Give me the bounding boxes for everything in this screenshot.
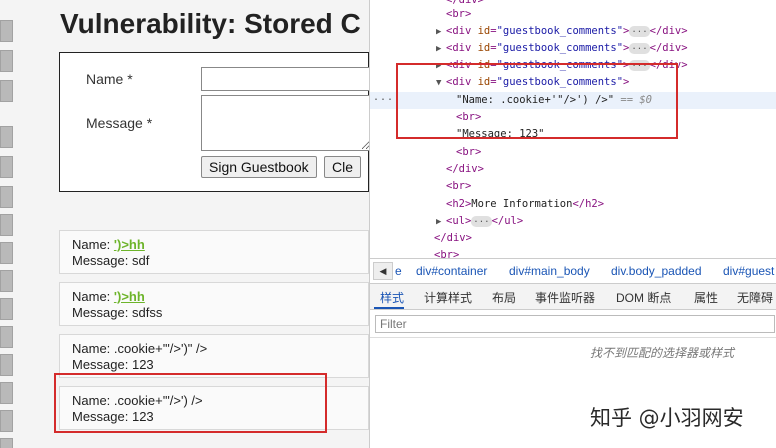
dom-node[interactable]: ▶ <div id="guestbook_comments">... </div> bbox=[370, 40, 688, 57]
message-label: Message * bbox=[86, 115, 153, 131]
sidebar-menu-item[interactable] bbox=[0, 354, 13, 376]
dom-node[interactable]: </div> bbox=[370, 161, 484, 178]
dom-node[interactable]: ▶ <ul>... </ul> bbox=[370, 213, 523, 230]
sidebar-menu-item[interactable] bbox=[0, 438, 13, 448]
ellipsis-badge[interactable]: ... bbox=[471, 215, 492, 227]
expand-triangle-icon[interactable]: ▶ bbox=[436, 214, 446, 231]
breadcrumb-item[interactable]: div#container bbox=[416, 264, 487, 278]
dom-node[interactable]: <br> bbox=[370, 144, 481, 161]
page-title: Vulnerability: Stored C bbox=[60, 8, 361, 39]
sidebar-menu-item[interactable] bbox=[0, 20, 13, 42]
ellipsis-badge[interactable]: ... bbox=[629, 42, 650, 54]
comment-message: Message: 123 bbox=[72, 357, 154, 372]
sidebar-menu-item[interactable] bbox=[0, 186, 13, 208]
watermark: 知乎 @小羽网安 bbox=[590, 406, 744, 430]
more-options-icon[interactable]: ... bbox=[373, 92, 394, 103]
comment-message: Message: sdf bbox=[72, 253, 150, 268]
dom-node[interactable]: <br> bbox=[370, 178, 471, 195]
sidebar-menu-item[interactable] bbox=[0, 410, 13, 432]
comment-message: Message: sdfss bbox=[72, 305, 163, 320]
dvwa-page: Vulnerability: Stored C Name * Message *… bbox=[0, 0, 369, 448]
tab-computed[interactable]: 计算样式 bbox=[424, 289, 472, 306]
sidebar-menu-item[interactable] bbox=[0, 214, 13, 236]
tab-event-listeners[interactable]: 事件监听器 bbox=[535, 289, 595, 306]
expand-triangle-icon[interactable]: ▶ bbox=[436, 24, 446, 41]
active-tab-indicator bbox=[374, 307, 404, 309]
elements-dom-tree: </div> <br> ▶ <div id="guestbook_comments… bbox=[370, 0, 776, 261]
tab-properties[interactable]: 属性 bbox=[694, 289, 718, 306]
breadcrumb-item[interactable]: div.body_padded bbox=[611, 264, 702, 278]
tab-dom-breakpoints[interactable]: DOM 断点 bbox=[616, 289, 671, 306]
tab-accessibility[interactable]: 无障碍 bbox=[737, 289, 773, 306]
styles-filter-bar: Filter bbox=[370, 310, 776, 338]
sidebar-menu-item[interactable] bbox=[0, 80, 13, 102]
dom-node[interactable]: </div> bbox=[370, 230, 472, 247]
breadcrumb: ◀ e div#container div#main_body div.body… bbox=[370, 258, 776, 284]
dom-node[interactable]: ▶ <div id="guestbook_comments">... </div> bbox=[370, 23, 688, 40]
comment-name-link[interactable]: ')>hh bbox=[114, 289, 145, 304]
ellipsis-badge[interactable]: ... bbox=[629, 25, 650, 37]
tab-styles[interactable]: 样式 bbox=[380, 289, 404, 306]
sidebar-menu bbox=[0, 0, 14, 448]
clear-button[interactable]: Cle bbox=[324, 156, 362, 178]
dom-node[interactable]: <h2>More Information</h2> bbox=[370, 196, 604, 213]
guestbook-comment: Name: ')>hh Message: sdf bbox=[59, 230, 369, 274]
comment-name: Name: ')>hh bbox=[72, 289, 145, 304]
sign-guestbook-button[interactable]: Sign Guestbook bbox=[201, 156, 317, 178]
empty-state-text: 找不到匹配的选择器或样式 bbox=[590, 346, 735, 360]
devtools-panel: </div> <br> ▶ <div id="guestbook_comments… bbox=[369, 0, 776, 448]
breadcrumb-item[interactable]: div#main_body bbox=[509, 264, 590, 278]
comment-name: Name: ')>hh bbox=[72, 237, 145, 252]
sidebar-menu-item[interactable] bbox=[0, 156, 13, 178]
highlight-box bbox=[54, 373, 327, 433]
guestbook-comment: Name: .cookie+'"/>')" /> Message: 123 bbox=[59, 334, 369, 378]
sidebar-menu-item[interactable] bbox=[0, 126, 13, 148]
breadcrumb-item[interactable]: div#guest bbox=[723, 264, 774, 278]
sidebar-menu-item[interactable] bbox=[0, 270, 13, 292]
scroll-left-icon[interactable]: ◀ bbox=[373, 262, 393, 280]
highlight-box bbox=[396, 63, 678, 139]
name-input[interactable] bbox=[201, 67, 369, 91]
filter-input[interactable]: Filter bbox=[375, 315, 775, 333]
sidebar-menu-item[interactable] bbox=[0, 50, 13, 72]
sidebar-menu-item[interactable] bbox=[0, 382, 13, 404]
comment-name-link[interactable]: ')>hh bbox=[114, 237, 145, 252]
name-label: Name * bbox=[86, 71, 133, 87]
message-textarea[interactable] bbox=[201, 95, 369, 151]
guestbook-form: Name * Message * Sign Guestbook Cle bbox=[59, 52, 369, 192]
tab-layout[interactable]: 布局 bbox=[492, 289, 516, 306]
devtools-tabs: 样式 计算样式 布局 事件监听器 DOM 断点 属性 无障碍 bbox=[370, 284, 776, 310]
sidebar-menu-item[interactable] bbox=[0, 242, 13, 264]
sidebar-menu-item[interactable] bbox=[0, 326, 13, 348]
dom-node[interactable]: <br> bbox=[370, 6, 471, 23]
sidebar-menu-item[interactable] bbox=[0, 298, 13, 320]
comment-name: Name: .cookie+'"/>')" /> bbox=[72, 341, 208, 356]
breadcrumb-item[interactable]: e bbox=[395, 264, 402, 278]
expand-triangle-icon[interactable]: ▶ bbox=[436, 41, 446, 58]
guestbook-comment: Name: ')>hh Message: sdfss bbox=[59, 282, 369, 326]
